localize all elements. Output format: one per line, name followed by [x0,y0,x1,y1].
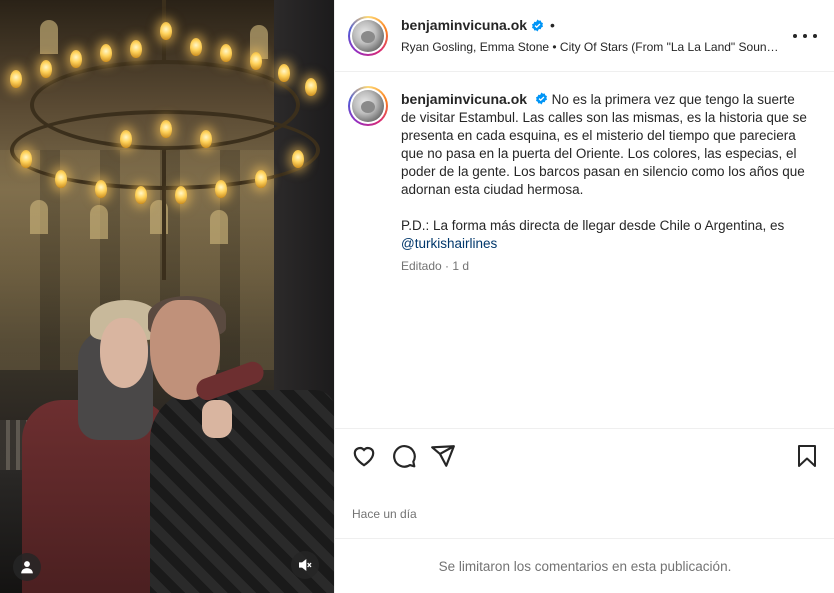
bookmark-icon [798,445,816,467]
profile-picture [352,90,384,122]
chandelier-bulb [135,186,147,204]
chandelier-bulb [20,150,32,168]
share-button[interactable] [430,443,456,469]
chandelier-bulb [100,44,112,62]
more-options-icon-dot [803,34,807,38]
chandelier-bulb [200,130,212,148]
woman-face [100,318,148,388]
chandelier-bulb [175,186,187,204]
post-time-ago[interactable]: Hace un día [352,507,417,521]
post-caption-section: benjaminvicuna.ok No es la primera vez q… [335,72,834,428]
caption-username[interactable]: benjaminvicuna.ok [401,91,527,107]
chandelier-bulb [292,150,304,168]
chandelier-bulb [305,78,317,96]
tagged-users-button[interactable] [13,553,41,581]
comment-button[interactable] [391,443,417,469]
post-header: benjaminvicuna.ok • Ryan Gosling, Emma S… [335,0,834,72]
chandelier-bulb [160,120,172,138]
chandelier-bulb [70,50,82,68]
chandelier-bulb [130,40,142,58]
more-options-icon [793,34,797,38]
chandelier-bulb [160,22,172,40]
photo-window [90,205,108,239]
caption-paragraph-1: No es la primera vez que tengo la suerte… [401,92,807,197]
chandelier-bulb [190,38,202,56]
photo-window [40,20,58,54]
photo-window [210,210,228,244]
verified-badge-icon [535,92,547,105]
chandelier-bulb [250,52,262,70]
chandelier-bulb [40,60,52,78]
header-username[interactable]: benjaminvicuna.ok [401,17,527,33]
heart-icon [353,447,375,467]
chandelier-bulb [55,170,67,188]
chandelier-bulb [278,64,290,82]
chandelier-bulb [255,170,267,188]
more-options-icon-dot [813,34,817,38]
chandelier-bulb [215,180,227,198]
more-options-button[interactable] [793,26,817,46]
woman-hand [202,400,232,438]
profile-picture [352,20,384,52]
caption-text: benjaminvicuna.ok No es la primera vez q… [401,90,811,271]
paper-plane-icon [431,445,455,467]
chandelier-bulb [10,70,22,88]
chandelier-bulb [95,180,107,198]
save-button[interactable] [795,443,821,469]
verified-badge-icon [532,19,544,31]
user-tag-icon [21,561,33,574]
chandelier-bulb [220,44,232,62]
avatar[interactable] [348,16,388,56]
photo-window [30,200,48,234]
post-actions-bar [335,428,834,484]
caption-avatar[interactable] [348,86,388,126]
like-button[interactable] [351,443,377,469]
audio-muted-icon [299,558,312,572]
comment-bubble-icon [393,445,416,468]
header-separator: • [550,17,555,33]
comments-disabled-notice: Se limitaron los comentarios en esta pub… [335,538,834,593]
post-details-panel: benjaminvicuna.ok • Ryan Gosling, Emma S… [334,0,834,593]
chandelier-bulb [120,130,132,148]
caption-paragraph-2: P.D.: La forma más directa de llegar des… [401,218,785,233]
mention-link[interactable]: @turkishairlines [401,236,497,251]
edited-timestamp: Editado · 1 d [401,259,470,273]
comments-disabled-text: Se limitaron los comentarios en esta pub… [438,558,732,574]
audio-toggle-button[interactable] [291,551,319,579]
post-photo[interactable] [0,0,334,593]
audio-track-link[interactable]: Ryan Gosling, Emma Stone • City Of Stars… [401,40,783,54]
